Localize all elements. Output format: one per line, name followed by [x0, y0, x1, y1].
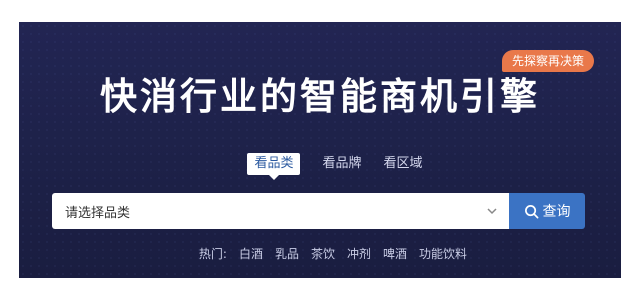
- slogan-badge: 先探察再决策: [502, 50, 595, 72]
- tab-category[interactable]: 看品类: [247, 153, 301, 180]
- hot-item-functional-drink[interactable]: 功能饮料: [419, 244, 467, 264]
- hot-item-tea-drink[interactable]: 茶饮: [311, 244, 335, 264]
- tab-region[interactable]: 看区域: [384, 153, 423, 175]
- search-button[interactable]: 查询: [509, 193, 585, 229]
- hero-banner: 先探察再决策 快消行业的智能商机引擎 看品类 看品牌 看区域 请选择品类 查询 …: [19, 22, 621, 278]
- hot-label: 热门:: [198, 247, 227, 261]
- chevron-down-icon: [487, 208, 497, 215]
- hot-item-instant-drink[interactable]: 冲剂: [347, 244, 371, 264]
- category-select[interactable]: 请选择品类: [52, 193, 509, 229]
- search-button-label: 查询: [542, 204, 571, 220]
- category-select-value: 请选择品类: [65, 205, 131, 221]
- view-tabs: 看品类 看品牌 看区域: [19, 153, 621, 180]
- hot-item-beer[interactable]: 啤酒: [383, 244, 407, 264]
- hot-item-dairy[interactable]: 乳品: [275, 244, 299, 264]
- tab-brand[interactable]: 看品牌: [322, 153, 361, 175]
- hot-item-baijiu[interactable]: 白酒: [239, 244, 263, 264]
- hot-keywords: 热门: 白酒 乳品 茶饮 冲剂 啤酒 功能饮料: [19, 244, 621, 264]
- page-title: 快消行业的智能商机引擎: [100, 75, 540, 118]
- search-bar: 请选择品类 查询: [52, 193, 585, 229]
- search-icon: [524, 204, 538, 218]
